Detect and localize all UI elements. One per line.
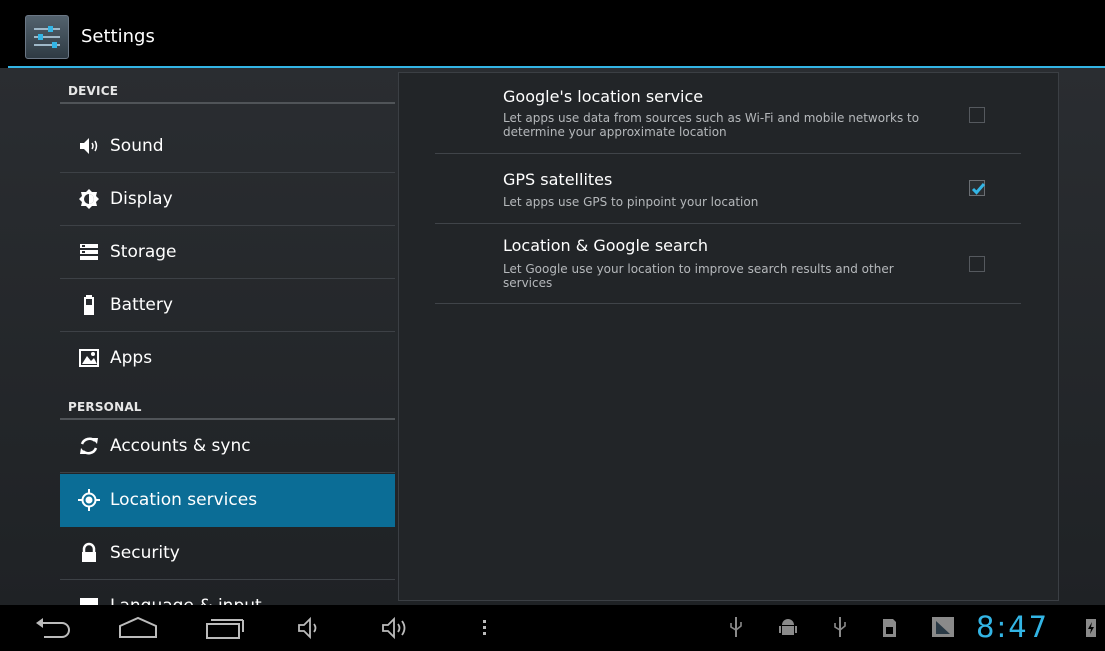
sidebar-item-location-services[interactable]: Location services [60,474,395,527]
sidebar-item-label: Location services [110,490,258,510]
sidebar-item-label: Apps [110,348,153,368]
sidebar-item-label: Sound [110,136,164,156]
pref-title: Google's location service [503,87,704,106]
location-icon [78,489,100,511]
pref-gps-satellites[interactable]: GPS satellites Let apps use GPS to pinpo… [435,154,1021,224]
sidebar-item-label: Language & input [110,596,262,605]
pref-summary: Let Google use your location to improve … [503,262,894,290]
volume-up-icon[interactable] [381,615,411,641]
back-icon[interactable] [32,615,74,641]
settings-sliders-icon[interactable] [25,15,69,59]
menu-icon[interactable] [480,615,490,641]
keyboard-icon [80,598,98,605]
system-nav-bar: 8:47 [0,605,1105,651]
sidebar-item-label: Security [110,543,180,563]
pref-location-google-search[interactable]: Location & Google search Let Google use … [435,224,1021,304]
sidebar-item-security[interactable]: Security [60,527,395,580]
lock-icon [82,542,96,562]
sidebar-item-apps[interactable]: Apps [60,332,395,385]
speaker-icon [80,138,98,154]
usb-icon [834,617,846,637]
sidebar-item-battery[interactable]: Battery [60,279,395,332]
battery-icon [84,295,94,315]
pref-title: Location & Google search [503,236,708,255]
pref-title: GPS satellites [503,170,613,189]
action-bar: Settings [0,0,1105,66]
android-debug-icon [779,619,797,635]
location-search-checkbox[interactable] [969,256,985,272]
checkmark-icon [971,183,986,195]
google-location-checkbox[interactable] [969,107,985,123]
recent-apps-icon[interactable] [205,615,245,641]
section-header-device: DEVICE [60,68,395,104]
settings-sidebar: DEVICE Sound Display Storage Battery App… [60,68,395,605]
usb-icon [730,617,742,637]
gps-satellites-checkbox[interactable] [969,180,986,196]
sidebar-item-sound[interactable]: Sound [60,120,395,173]
sidebar-item-label: Storage [110,242,177,262]
sd-card-icon [883,619,896,637]
location-services-panel: Google's location service Let apps use d… [398,72,1059,601]
sidebar-item-label: Accounts & sync [110,436,251,456]
settings-content: DEVICE Sound Display Storage Battery App… [0,68,1105,605]
battery-charging-icon [1086,619,1096,637]
sidebar-item-language-input[interactable]: Language & input [60,580,395,605]
home-icon[interactable] [116,615,160,641]
pref-google-location-service[interactable]: Google's location service Let apps use d… [435,73,1021,154]
clock: 8:47 [976,610,1050,644]
pref-summary: Let apps use GPS to pinpoint your locati… [503,195,759,209]
section-header-personal: PERSONAL [60,384,395,420]
sidebar-item-accounts-sync[interactable]: Accounts & sync [60,420,395,473]
sidebar-item-storage[interactable]: Storage [60,226,395,279]
sidebar-item-label: Display [110,189,173,209]
volume-down-icon[interactable] [297,615,323,641]
app-title: Settings [81,26,155,47]
apps-icon [79,349,99,367]
sync-icon [80,437,98,455]
sidebar-item-label: Battery [110,295,173,315]
sidebar-item-display[interactable]: Display [60,173,395,226]
pref-summary: Let apps use data from sources such as W… [503,111,920,139]
brightness-icon [79,189,99,209]
storage-icon [80,244,98,260]
signal-icon [932,617,954,637]
